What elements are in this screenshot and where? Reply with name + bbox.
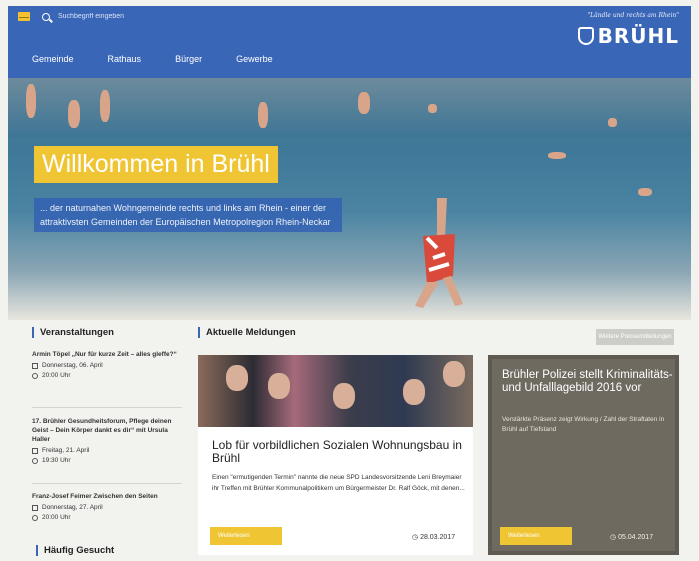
event-date: Donnerstag, 27. April: [32, 504, 182, 511]
hero-subtitle: ... der naturnahen Wohngemeinde rechts u…: [34, 198, 342, 232]
event-item[interactable]: Franz-Josef Feimer Zwischen den Seiten D…: [32, 492, 182, 521]
hero-title: Willkommen in Brühl: [34, 146, 278, 183]
calendar-icon: [32, 362, 38, 369]
person-face: [333, 383, 355, 409]
swimmer-figure: [548, 152, 566, 159]
news-date-text: 28.03.2017: [420, 534, 456, 541]
clock-icon: [32, 457, 38, 464]
clock-icon: ◷: [610, 534, 619, 541]
divider: [32, 483, 182, 484]
clock-icon: [32, 514, 38, 521]
police-date-text: 05.04.2017: [618, 534, 654, 541]
logo-slogan: "Ländle und rechts am Rhein": [587, 12, 679, 19]
event-title[interactable]: Franz-Josef Feimer Zwischen den Seiten: [32, 492, 182, 501]
event-date-text: Donnerstag, 27. April: [42, 504, 103, 511]
event-item[interactable]: 17. Brühler Gesundheitsforum, Pflege dei…: [32, 417, 182, 464]
swimmer-figure: [100, 90, 110, 122]
nav-gewerbe[interactable]: Gewerbe: [236, 54, 273, 64]
news-photo: [198, 355, 473, 427]
event-time: 19:30 Uhr: [32, 457, 182, 464]
swimmer-figure: [68, 100, 80, 128]
brand-name: BRÜHL: [597, 24, 679, 48]
press-archive-button[interactable]: Weitere Pressemitteilungen: [596, 329, 674, 345]
hero-banner: Willkommen in Brühl ... der naturnahen W…: [8, 78, 691, 320]
news-card[interactable]: Lob für vorbildlichen Sozialen Wohnungsb…: [198, 355, 473, 555]
news-date: ◷ 28.03.2017: [412, 533, 455, 541]
event-title[interactable]: Armin Töpel „Nur für kurze Zeit – alles …: [32, 350, 182, 359]
event-time-text: 19:30 Uhr: [42, 457, 71, 464]
swimmer-figure: [26, 84, 36, 118]
calendar-icon: [32, 447, 38, 454]
clock-icon: [32, 372, 38, 379]
frequent-heading: Häufig Gesucht: [36, 545, 114, 556]
top-bar: [18, 12, 168, 21]
divider: [32, 407, 182, 408]
events-heading: Veranstaltungen: [32, 327, 114, 338]
event-date: Donnerstag, 06. April: [32, 362, 182, 369]
event-date: Freitag, 21. April: [32, 447, 182, 454]
police-news-date: ◷ 05.04.2017: [610, 533, 653, 541]
event-item[interactable]: Armin Töpel „Nur für kurze Zeit – alles …: [32, 350, 182, 379]
search-icon[interactable]: [42, 12, 50, 21]
police-news-card[interactable]: Brühler Polizei stellt Kriminalitäts- un…: [488, 355, 679, 555]
event-date-text: Donnerstag, 06. April: [42, 362, 103, 369]
news-heading: Aktuelle Meldungen: [198, 327, 296, 338]
event-date-text: Freitag, 21. April: [42, 447, 90, 454]
logo-brand: BRÜHL: [577, 24, 679, 48]
person-face: [226, 365, 248, 391]
police-news-teaser: Verstärkte Präsenz zeigt Wirkung / Zahl …: [502, 416, 665, 433]
event-title[interactable]: 17. Brühler Gesundheitsforum, Pflege dei…: [32, 417, 182, 444]
news-teaser: Einen "ermutigenden Termin" nannte die n…: [212, 474, 465, 492]
event-time: 20:00 Uhr: [32, 372, 182, 379]
diver-image: [415, 198, 463, 308]
news-title[interactable]: Lob für vorbildlichen Sozialen Wohnungsb…: [212, 439, 462, 465]
swimmer-figure: [638, 188, 652, 196]
event-time: 20:00 Uhr: [32, 514, 182, 521]
site-logo[interactable]: "Ländle und rechts am Rhein" BRÜHL: [577, 12, 679, 48]
swimmer-figure: [428, 104, 437, 113]
read-more-button[interactable]: Weiterlesen: [210, 527, 282, 545]
swimmer-figure: [258, 102, 268, 128]
nav-gemeinde[interactable]: Gemeinde: [32, 54, 74, 64]
nav-buerger[interactable]: Bürger: [175, 54, 202, 64]
person-face: [443, 361, 465, 387]
calendar-icon: [32, 504, 38, 511]
clock-icon: ◷: [412, 534, 421, 541]
read-more-button[interactable]: Weiterlesen: [500, 527, 572, 545]
search-input[interactable]: [58, 13, 168, 20]
nav-rathaus[interactable]: Rathaus: [108, 54, 142, 64]
swimmer-figure: [358, 92, 370, 114]
swimmer-figure: [608, 118, 617, 127]
hero-background: [8, 78, 691, 138]
event-time-text: 20:00 Uhr: [42, 372, 71, 379]
site-header: Gemeinde Rathaus Bürger Gewerbe "Ländle …: [8, 6, 691, 78]
mail-icon[interactable]: [18, 12, 30, 21]
person-face: [403, 379, 425, 405]
crest-icon: [577, 27, 594, 45]
main-nav: Gemeinde Rathaus Bürger Gewerbe: [32, 54, 307, 64]
police-news-title[interactable]: Brühler Polizei stellt Kriminalitäts- un…: [502, 369, 674, 394]
event-time-text: 20:00 Uhr: [42, 514, 71, 521]
person-face: [268, 373, 290, 399]
